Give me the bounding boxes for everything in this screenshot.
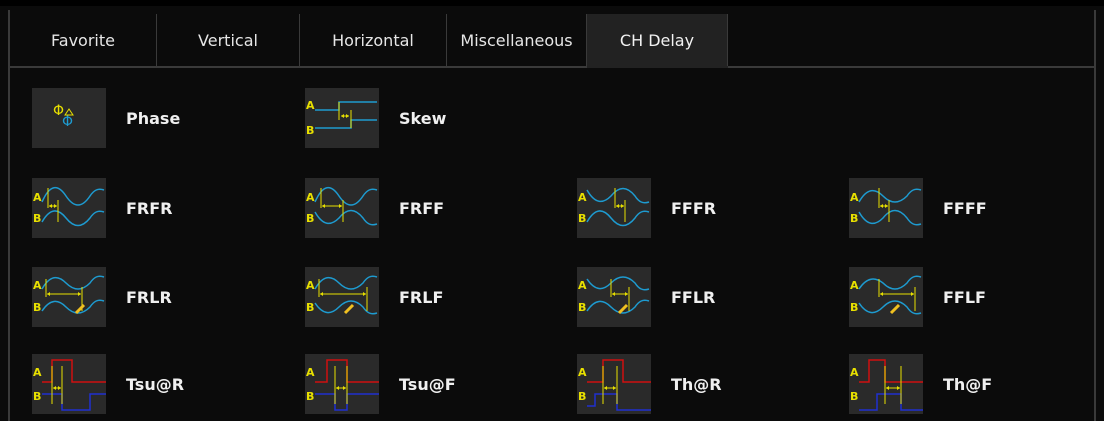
- top-edge: [0, 0, 1104, 6]
- measure-fffr[interactable]: A B FFFR: [577, 176, 716, 240]
- th-rise-icon: A B: [577, 354, 651, 414]
- svg-text:A: A: [850, 366, 859, 379]
- measure-phase[interactable]: Φ Φ Phase: [32, 86, 180, 150]
- measure-ffff[interactable]: A B FFFF: [849, 176, 987, 240]
- measure-label: Phase: [126, 108, 181, 128]
- svg-text:A: A: [306, 191, 315, 204]
- measure-th-rise[interactable]: A B Th@R: [577, 352, 722, 416]
- measure-fflr[interactable]: A B FFLR: [577, 265, 715, 329]
- tab-favorite[interactable]: Favorite: [10, 14, 157, 66]
- svg-text:A: A: [306, 279, 315, 292]
- svg-text:B: B: [578, 212, 586, 225]
- frlf-icon: A B: [305, 267, 379, 327]
- svg-text:B: B: [306, 301, 314, 314]
- svg-text:A: A: [850, 191, 859, 204]
- svg-text:B: B: [306, 390, 314, 403]
- svg-text:A: A: [306, 99, 315, 112]
- measure-frff[interactable]: A B FRFF: [305, 176, 444, 240]
- tab-vertical[interactable]: Vertical: [157, 14, 300, 66]
- tab-divider: [10, 66, 1094, 68]
- svg-text:B: B: [850, 390, 858, 403]
- measure-label: FRLR: [126, 287, 172, 307]
- svg-text:B: B: [850, 301, 858, 314]
- svg-text:A: A: [33, 279, 42, 292]
- measure-skew[interactable]: A B Skew: [305, 86, 446, 150]
- tab-miscellaneous[interactable]: Miscellaneous: [447, 14, 587, 66]
- svg-text:B: B: [850, 212, 858, 225]
- tsu-rise-icon: A B: [32, 354, 106, 414]
- svg-text:B: B: [306, 124, 314, 137]
- frfr-icon: A B: [32, 178, 106, 238]
- measure-label: Th@F: [943, 374, 993, 394]
- skew-icon: A B: [305, 88, 379, 148]
- svg-text:A: A: [578, 191, 587, 204]
- measure-label: FFFR: [671, 198, 717, 218]
- fflf-icon: A B: [849, 267, 923, 327]
- fffr-icon: A B: [577, 178, 651, 238]
- measure-fflf[interactable]: A B FFLF: [849, 265, 986, 329]
- ffff-icon: A B: [849, 178, 923, 238]
- fflr-icon: A B: [577, 267, 651, 327]
- frlr-icon: A B: [32, 267, 106, 327]
- svg-text:B: B: [33, 301, 41, 314]
- measure-label: Skew: [399, 108, 447, 128]
- measure-label: FRFR: [126, 198, 173, 218]
- svg-text:Φ: Φ: [62, 114, 73, 130]
- svg-text:A: A: [33, 366, 42, 379]
- th-fall-icon: A B: [849, 354, 923, 414]
- active-tab-connector: [587, 66, 728, 68]
- tab-bar: Favorite Vertical Horizontal Miscellaneo…: [10, 14, 1094, 66]
- svg-text:A: A: [578, 366, 587, 379]
- left-border: [8, 10, 10, 421]
- svg-text:B: B: [33, 212, 41, 225]
- measure-frfr[interactable]: A B FRFR: [32, 176, 173, 240]
- frff-icon: A B: [305, 178, 379, 238]
- measure-label: FRFF: [399, 198, 445, 218]
- measure-label: FRLF: [399, 287, 444, 307]
- measure-label: FFLF: [943, 287, 986, 307]
- phase-icon: Φ Φ: [32, 88, 106, 148]
- measure-label: FFLR: [671, 287, 716, 307]
- svg-text:B: B: [578, 390, 586, 403]
- tsu-fall-icon: A B: [305, 354, 379, 414]
- measure-label: Th@R: [671, 374, 722, 394]
- tab-ch-delay[interactable]: CH Delay: [587, 14, 728, 66]
- measure-frlr[interactable]: A B FRLR: [32, 265, 172, 329]
- tab-horizontal[interactable]: Horizontal: [300, 14, 447, 66]
- measure-label: FFFF: [943, 198, 987, 218]
- svg-text:B: B: [33, 390, 41, 403]
- measure-label: Tsu@R: [126, 374, 185, 394]
- svg-text:B: B: [578, 301, 586, 314]
- measure-tsu-fall[interactable]: A B Tsu@F: [305, 352, 456, 416]
- measure-th-fall[interactable]: A B Th@F: [849, 352, 992, 416]
- measure-panel: Favorite Vertical Horizontal Miscellaneo…: [0, 0, 1104, 421]
- svg-text:A: A: [306, 366, 315, 379]
- svg-text:A: A: [850, 279, 859, 292]
- measure-frlf[interactable]: A B FRLF: [305, 265, 443, 329]
- svg-text:B: B: [306, 212, 314, 225]
- svg-text:A: A: [33, 191, 42, 204]
- measure-label: Tsu@F: [399, 374, 456, 394]
- right-border: [1094, 10, 1096, 421]
- measure-tsu-rise[interactable]: A B Tsu@R: [32, 352, 184, 416]
- svg-text:A: A: [578, 279, 587, 292]
